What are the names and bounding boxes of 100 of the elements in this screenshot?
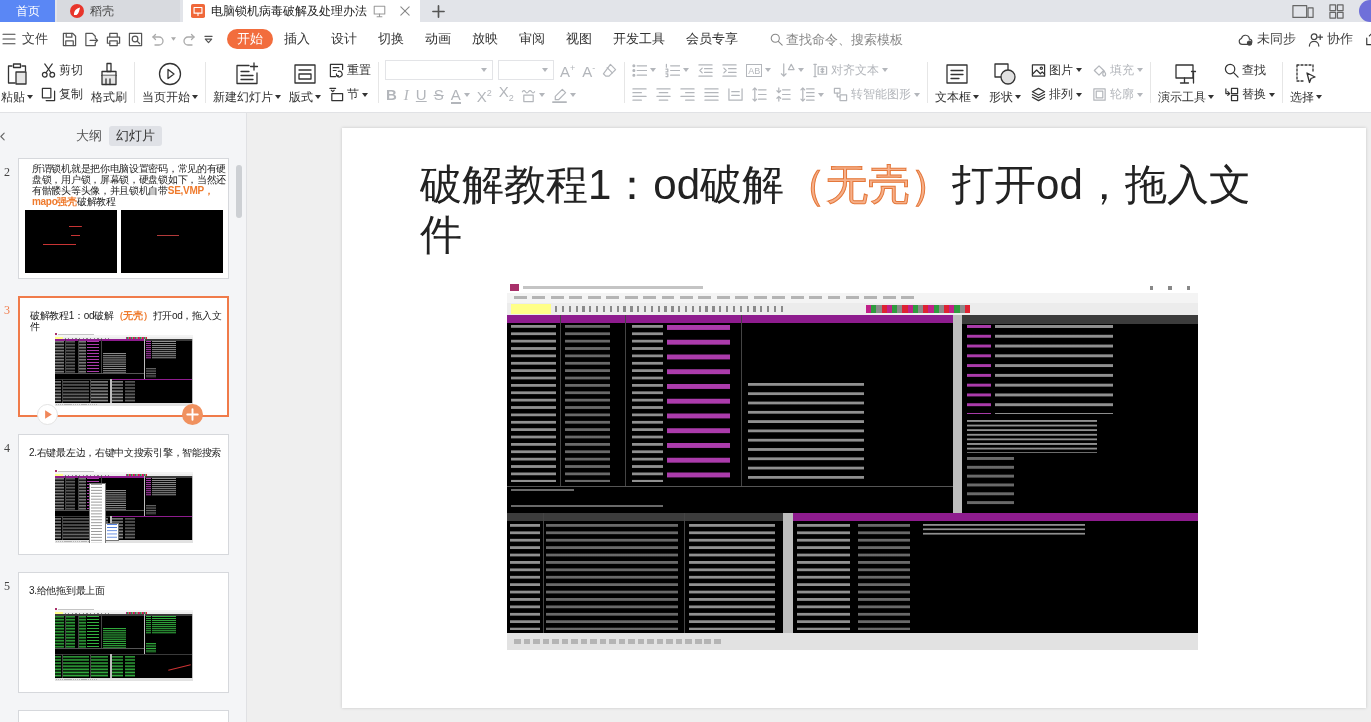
caret-icon[interactable] <box>171 37 176 41</box>
indent-icon <box>722 62 738 78</box>
play-circle-icon <box>158 61 182 86</box>
distribute-icon <box>728 87 744 103</box>
menu-icon <box>2 33 16 45</box>
start-show-button[interactable]: 当页开始 <box>141 59 199 106</box>
text-box-icon <box>945 61 970 86</box>
print-icon[interactable] <box>106 31 121 47</box>
print-preview-icon[interactable] <box>128 31 143 47</box>
align-left-icon <box>632 87 648 103</box>
search-field[interactable]: 查找命令、搜索模板 <box>770 31 904 47</box>
play-icon[interactable] <box>37 404 58 425</box>
highlighter-icon <box>551 87 567 103</box>
tab[interactable]: 稻壳 <box>57 0 180 22</box>
plus-icon[interactable] <box>432 4 445 18</box>
replace-icon <box>1224 87 1240 103</box>
sync-button[interactable]: 未同步 <box>1238 30 1296 48</box>
layers-icon <box>1031 87 1047 103</box>
view-tab[interactable]: 幻灯片 <box>109 126 162 146</box>
menu-tab[interactable]: 审阅 <box>509 29 555 49</box>
save-icon[interactable] <box>62 31 77 47</box>
picture-icon <box>1031 62 1047 78</box>
reset-icon <box>329 62 344 78</box>
bullet-list-icon <box>632 62 648 78</box>
line-spacing-icon <box>752 87 768 103</box>
menu-tab[interactable]: 会员专享 <box>676 29 748 49</box>
thumbnail-title: 破解教程1：od破解（无壳）打开od，拖入文件 <box>29 310 223 332</box>
customize-icon[interactable] <box>204 34 213 44</box>
outline-icon <box>1092 87 1108 103</box>
thumbnail-title: 所谓锁机就是把你电脑设置密码，常见的有硬盘锁，用户锁，屏幕锁，硬盘锁如下，当然还有骷髅头等头像，并且锁机自带SE,VMP，mapo强壳破解教程 <box>31 163 227 207</box>
monitor-wrench-icon <box>1174 61 1199 86</box>
redo-icon[interactable] <box>183 32 197 46</box>
copy-icon <box>41 87 56 103</box>
numbered-list-icon <box>665 62 681 78</box>
scrollbar[interactable] <box>236 165 242 218</box>
menu-tab[interactable]: 插入 <box>274 29 320 49</box>
search-icon <box>770 32 783 46</box>
slide-number: 5 <box>3 579 11 594</box>
layout-button[interactable]: 版式 <box>288 59 322 106</box>
clipboard-icon <box>5 61 29 86</box>
slide-number: 3 <box>3 303 11 318</box>
section-button[interactable]: 节 <box>328 85 372 105</box>
reset-button[interactable]: 重置 <box>328 60 372 80</box>
align-center-icon <box>656 87 672 103</box>
window-layout-icon[interactable] <box>1292 3 1314 19</box>
grid-icon[interactable] <box>1329 3 1344 19</box>
smart-graphic-icon <box>833 87 849 103</box>
export-icon[interactable] <box>84 31 99 47</box>
cloud-icon <box>1238 32 1253 46</box>
slide-number: 4 <box>3 441 11 456</box>
select-button[interactable]: 选择 <box>1289 59 1324 106</box>
paint-bucket-icon <box>1092 62 1108 78</box>
paste-button[interactable]: 粘贴 <box>0 59 34 106</box>
slide-title: 破解教程1：od破解（无壳）打开od，拖入文件 <box>420 160 1252 260</box>
tab[interactable]: 电脑锁机病毒破解及处理办法 <box>183 0 420 22</box>
screen-icon[interactable] <box>373 4 386 18</box>
eraser-icon <box>602 62 618 78</box>
text-box-button[interactable]: 文本框 <box>934 59 981 106</box>
slide-thumbnail[interactable]: 3.给他拖到最上面 <box>18 572 229 693</box>
menu-tab[interactable]: 设计 <box>321 29 367 49</box>
thumbnail-title: 2.右键最左边，右键中文搜索引擎，智能搜索 <box>28 447 223 460</box>
slide-thumbnail[interactable]: 破解教程1：od破解（无壳）打开od，拖入文件 <box>18 296 229 417</box>
new-slide-button[interactable]: 新建幻灯片 <box>212 59 282 106</box>
collaborate-button[interactable]: 协作 <box>1308 30 1353 48</box>
shapes-button[interactable]: 形状 <box>988 59 1023 106</box>
docer-logo-icon <box>70 4 84 18</box>
thumbnail-title: 3.给他拖到最上面 <box>28 585 106 598</box>
section-icon <box>329 87 344 103</box>
file-menu[interactable]: 文件 <box>2 30 48 48</box>
menu-tab[interactable]: 开发工具 <box>603 29 675 49</box>
presenter-tools-button[interactable]: 演示工具 <box>1157 59 1216 106</box>
replace-button[interactable]: 替换 <box>1223 85 1277 105</box>
list-spacing-icon <box>800 87 816 103</box>
align-text-icon <box>813 62 829 78</box>
collapse-icon[interactable] <box>0 131 5 141</box>
menu-tab[interactable]: 切换 <box>368 29 414 49</box>
search-icon <box>1224 62 1240 78</box>
slide-thumbnail[interactable]: 所谓锁机就是把你电脑设置密码，常见的有硬盘锁，用户锁，屏幕锁，硬盘锁如下，当然还有骷髅头等头像，并且锁机自带SE,VMP，mapo强壳破解教程 <box>18 158 229 279</box>
cut-button[interactable]: 剪切 <box>40 60 84 80</box>
menu-tab[interactable]: 动画 <box>415 29 461 49</box>
slide-thumbnail[interactable]: 2.右键最左边，右键中文搜索引擎，智能搜索 <box>18 434 229 555</box>
find-button[interactable]: 查找 <box>1223 60 1277 80</box>
outdent-icon <box>698 62 714 78</box>
picture-button[interactable]: 图片 <box>1030 60 1084 80</box>
menu-tab[interactable]: 视图 <box>556 29 602 49</box>
layout-icon <box>293 61 317 86</box>
presentation-file-icon <box>191 4 205 18</box>
scissors-icon <box>41 62 56 78</box>
phonetic-guide-icon <box>520 87 536 103</box>
justify-icon <box>704 87 720 103</box>
sort-icon <box>780 62 796 78</box>
view-tab[interactable]: 大纲 <box>69 126 109 146</box>
menu-tab[interactable]: 放映 <box>462 29 508 49</box>
format-painter-button[interactable]: 格式刷 <box>90 59 128 106</box>
slide-number: 2 <box>3 165 11 180</box>
undo-icon[interactable] <box>150 32 164 46</box>
close-icon[interactable] <box>400 6 410 16</box>
copy-button[interactable]: 复制 <box>40 85 84 105</box>
paragraph-spacing-icon <box>776 87 792 103</box>
arrange-button[interactable]: 排列 <box>1030 85 1084 105</box>
